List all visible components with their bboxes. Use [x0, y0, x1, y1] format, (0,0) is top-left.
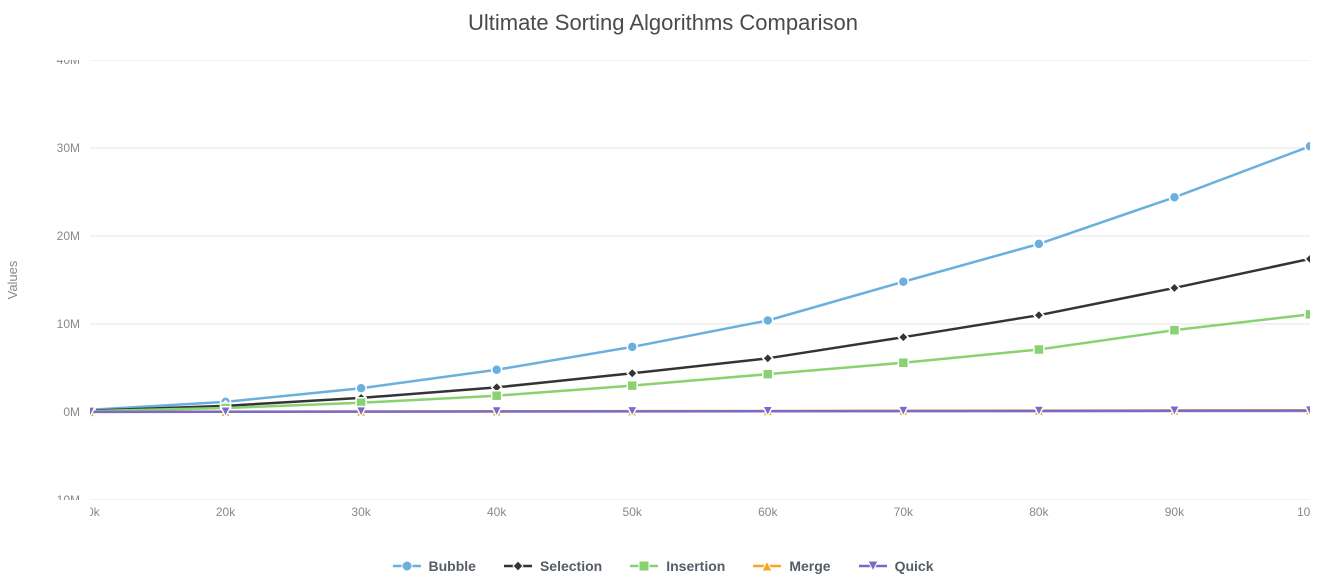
legend-item-insertion[interactable]: Insertion: [630, 558, 725, 574]
y-axis-title-area: Values: [5, 60, 30, 500]
data-point[interactable]: [492, 365, 502, 375]
x-tick-label: 30k: [351, 505, 371, 519]
data-point[interactable]: [1305, 254, 1310, 264]
chart-title: Ultimate Sorting Algorithms Comparison: [0, 10, 1326, 36]
x-tick-label: 60k: [758, 505, 778, 519]
chart-root: Ultimate Sorting Algorithms Comparison -…: [0, 0, 1326, 586]
legend-item-bubble[interactable]: Bubble: [393, 558, 476, 574]
data-point[interactable]: [627, 342, 637, 352]
x-tick-label: 70k: [894, 505, 914, 519]
plot-area: [90, 60, 1310, 500]
legend-item-merge[interactable]: Merge: [753, 558, 830, 574]
x-tick-label: 20k: [216, 505, 236, 519]
data-point[interactable]: [1034, 239, 1044, 249]
series-line-quick[interactable]: [90, 411, 1310, 412]
legend-label: Insertion: [666, 558, 725, 574]
data-point[interactable]: [763, 369, 773, 379]
data-point[interactable]: [1169, 325, 1179, 335]
legend-item-selection[interactable]: Selection: [504, 558, 602, 574]
square-icon: [630, 559, 658, 573]
data-point[interactable]: [898, 358, 908, 368]
y-tick-label: 0M: [63, 405, 80, 419]
data-point[interactable]: [1034, 310, 1044, 320]
data-point[interactable]: [1034, 345, 1044, 355]
data-point[interactable]: [627, 381, 637, 391]
x-tick-label: 90k: [1165, 505, 1185, 519]
y-axis-title: Values: [5, 260, 20, 299]
data-point[interactable]: [492, 391, 502, 401]
legend-label: Quick: [895, 558, 934, 574]
y-tick-label: 20M: [57, 229, 80, 243]
y-tick-label: 10M: [57, 317, 80, 331]
x-tick-label: 100k: [1297, 505, 1310, 519]
data-point[interactable]: [627, 368, 637, 378]
legend-label: Selection: [540, 558, 602, 574]
legend: Bubble Selection Insertion Merge Quick: [0, 558, 1326, 574]
legend-label: Merge: [789, 558, 830, 574]
x-tick-label: 80k: [1029, 505, 1049, 519]
legend-label: Bubble: [429, 558, 476, 574]
series-line-bubble[interactable]: [90, 146, 1310, 410]
circle-icon: [393, 559, 421, 573]
x-axis-area: 10k 20k 30k 40k 50k 60k 70k 80k 90k 100k: [90, 500, 1310, 530]
data-point[interactable]: [898, 332, 908, 342]
data-point[interactable]: [763, 353, 773, 363]
data-point[interactable]: [1169, 192, 1179, 202]
data-point[interactable]: [1305, 309, 1310, 319]
y-tick-label: 40M: [57, 60, 80, 67]
data-point[interactable]: [898, 277, 908, 287]
triangle-down-icon: [859, 559, 887, 573]
y-tick-label: 30M: [57, 141, 80, 155]
data-point[interactable]: [1169, 283, 1179, 293]
triangle-up-icon: [753, 559, 781, 573]
y-tick-label: -10M: [53, 493, 80, 500]
x-tick-label: 40k: [487, 505, 507, 519]
x-tick-label: 10k: [90, 505, 101, 519]
legend-item-quick[interactable]: Quick: [859, 558, 934, 574]
data-point[interactable]: [1305, 141, 1310, 151]
x-tick-label: 50k: [623, 505, 643, 519]
diamond-icon: [504, 559, 532, 573]
data-point[interactable]: [356, 383, 366, 393]
data-point[interactable]: [763, 315, 773, 325]
